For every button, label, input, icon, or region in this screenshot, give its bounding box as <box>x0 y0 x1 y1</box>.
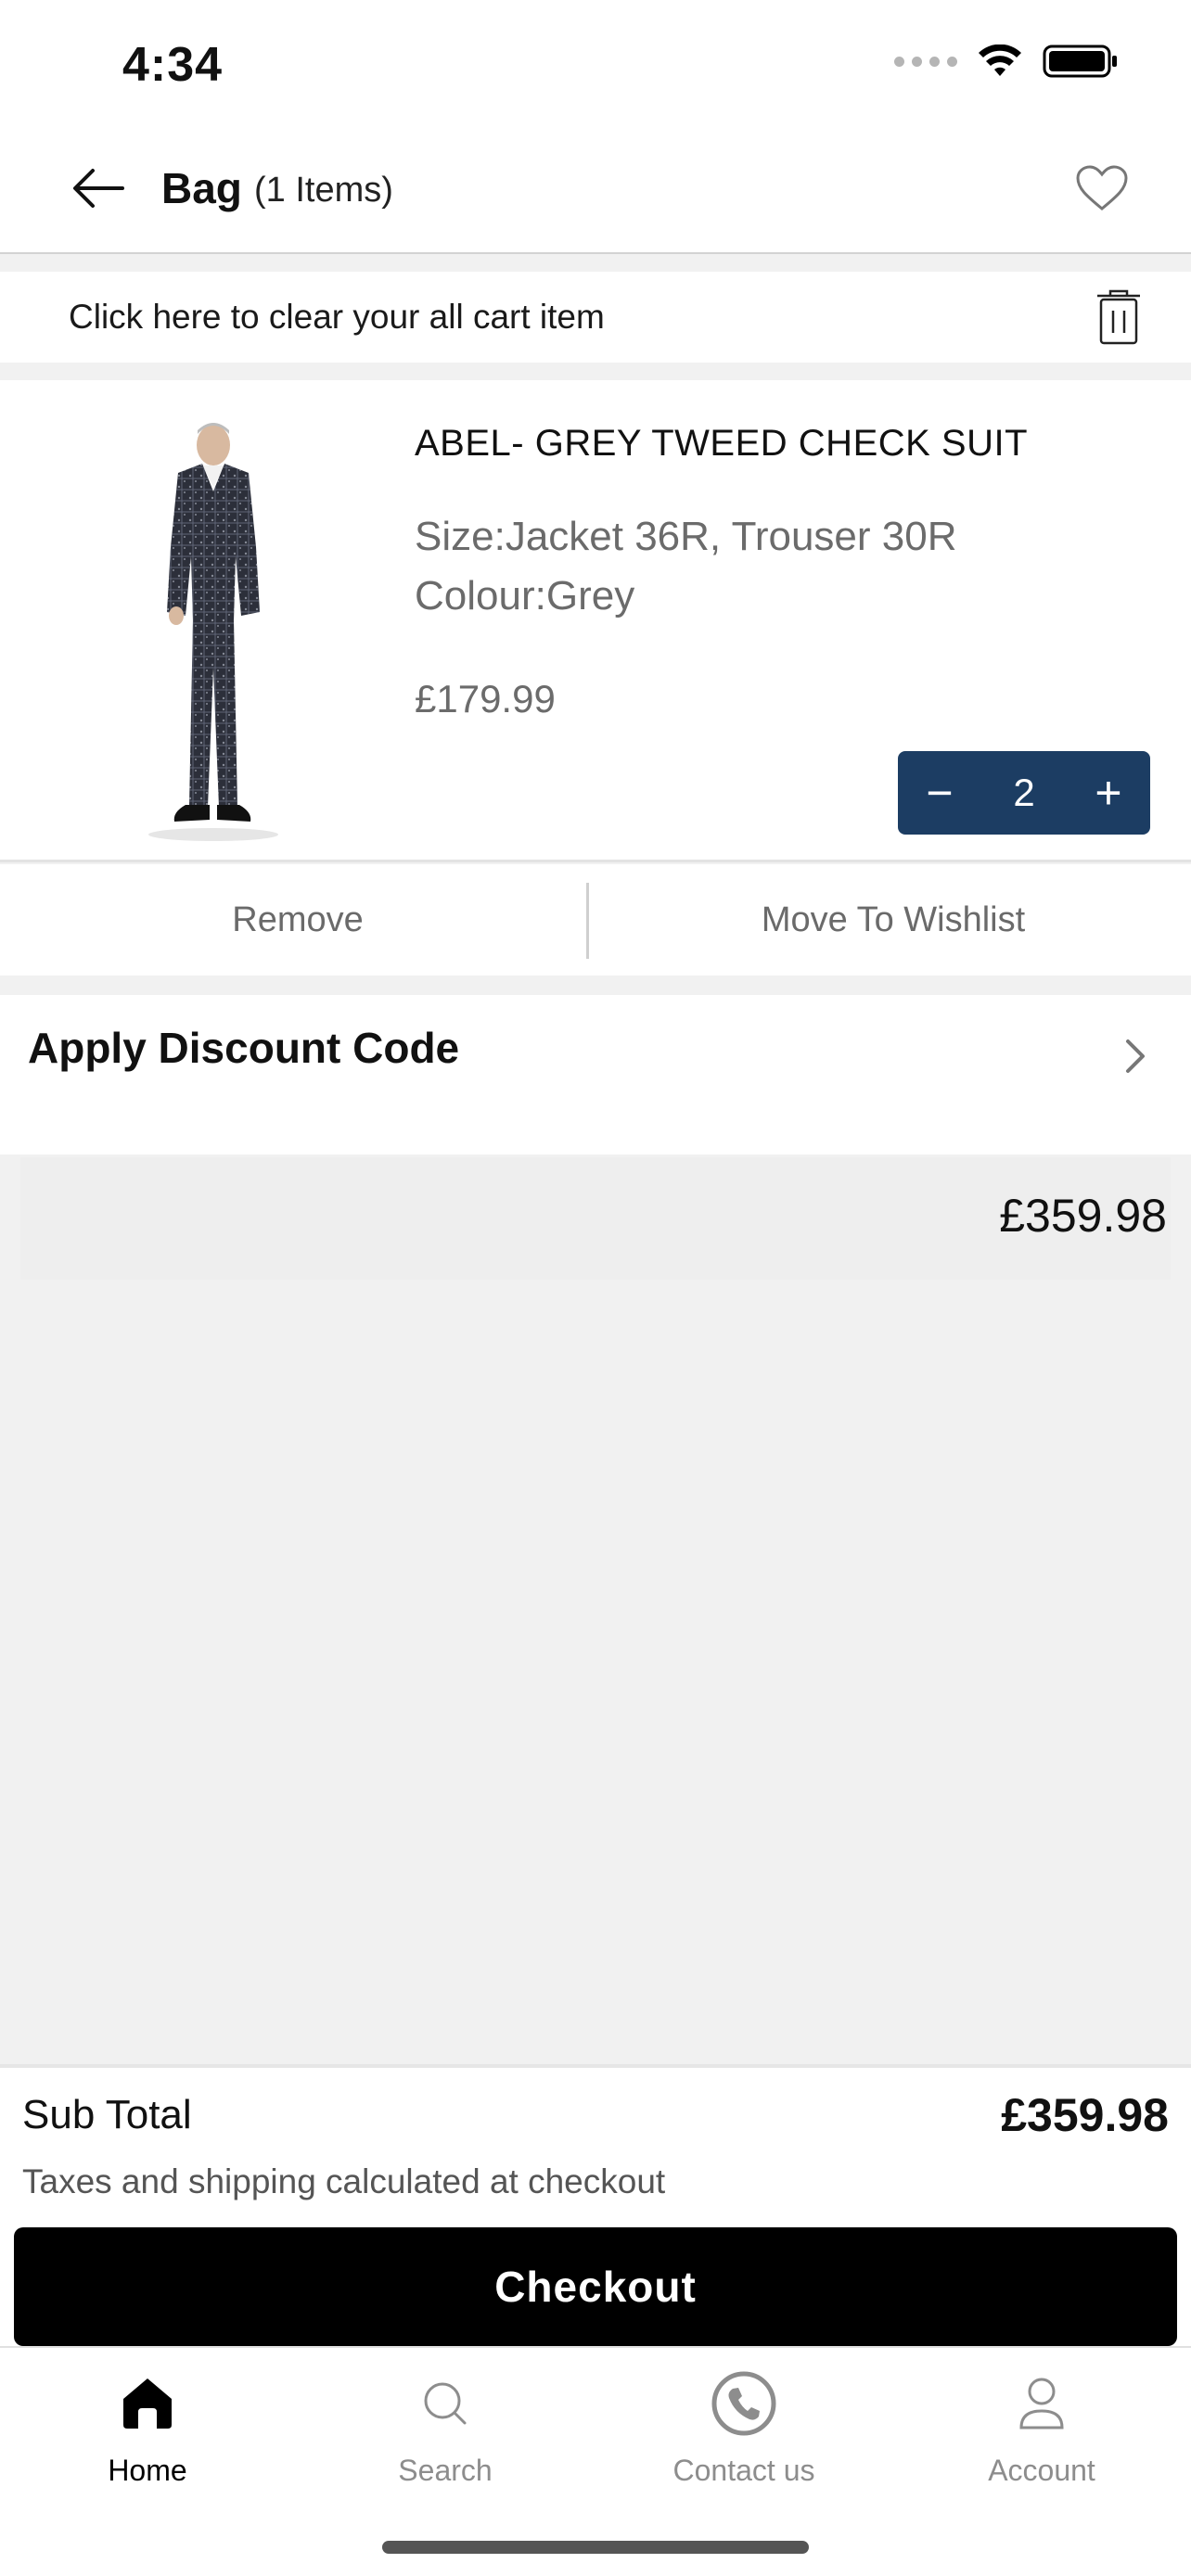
checkout-summary: Sub Total £359.98 Taxes and shipping cal… <box>0 2064 1191 2346</box>
tab-search-label: Search <box>398 2454 493 2487</box>
status-bar: 4:34 <box>0 0 1191 130</box>
trash-icon <box>1097 289 1140 345</box>
account-icon <box>930 2366 1153 2441</box>
tab-home-label: Home <box>108 2454 187 2487</box>
tab-contact-us[interactable]: Contact us <box>633 2366 855 2488</box>
apply-discount-label: Apply Discount Code <box>28 1024 460 1072</box>
heart-icon <box>1076 165 1128 210</box>
cart-item-actions: Remove Move To Wishlist <box>0 864 1191 976</box>
home-icon <box>36 2366 259 2441</box>
product-name[interactable]: ABEL- GREY TWEED CHECK SUIT <box>415 423 1028 465</box>
actions-divider <box>586 883 589 959</box>
order-total-strip: £359.98 <box>20 1157 1171 1280</box>
checkout-button[interactable]: Checkout <box>14 2227 1177 2346</box>
item-count: (1 Items) <box>254 171 393 210</box>
tab-home[interactable]: Home <box>36 2366 259 2488</box>
quantity-value: 2 <box>1013 771 1035 814</box>
order-total-value: £359.98 <box>999 1190 1167 1242</box>
app-header: Bag (1 Items) <box>0 130 1191 254</box>
move-to-wishlist-button[interactable]: Move To Wishlist <box>596 900 1191 940</box>
wifi-icon <box>979 45 1021 76</box>
tab-account-label: Account <box>988 2454 1095 2487</box>
back-button[interactable] <box>61 156 135 221</box>
chevron-right-icon <box>1117 1030 1154 1082</box>
remove-button[interactable]: Remove <box>0 900 596 940</box>
product-image[interactable] <box>121 417 306 844</box>
clear-cart-label: Click here to clear your all cart item <box>69 298 605 336</box>
clear-cart-button[interactable] <box>1089 285 1148 350</box>
back-arrow-icon <box>73 169 124 208</box>
search-icon <box>334 2366 557 2441</box>
status-time: 4:34 <box>122 38 224 92</box>
decrease-quantity-button[interactable]: − <box>898 751 981 835</box>
signal-icon <box>894 56 957 67</box>
wishlist-button[interactable] <box>1069 158 1135 219</box>
subtotal-label: Sub Total <box>22 2092 192 2137</box>
subtotal-value: £359.98 <box>1001 2089 1169 2141</box>
page-title: Bag <box>161 164 242 212</box>
battery-icon <box>1043 45 1117 78</box>
apply-discount-row[interactable]: Apply Discount Code <box>0 995 1191 1154</box>
tab-contact-us-label: Contact us <box>672 2454 815 2487</box>
phone-icon <box>633 2366 855 2441</box>
product-colour: Colour:Grey <box>415 573 635 618</box>
tax-note: Taxes and shipping calculated at checkou… <box>22 2162 666 2200</box>
status-indicators <box>894 43 1119 80</box>
product-size: Size:Jacket 36R, Trouser 30R <box>415 514 957 559</box>
tab-search[interactable]: Search <box>334 2366 557 2488</box>
product-price: £179.99 <box>415 677 556 721</box>
home-indicator[interactable] <box>382 2541 809 2554</box>
increase-quantity-button[interactable]: + <box>1067 751 1150 835</box>
tab-account[interactable]: Account <box>930 2366 1153 2488</box>
cart-item-card: ABEL- GREY TWEED CHECK SUIT Size:Jacket … <box>0 380 1191 862</box>
quantity-stepper: − 2 + <box>898 751 1150 835</box>
clear-cart-row[interactable]: Click here to clear your all cart item <box>0 272 1191 363</box>
